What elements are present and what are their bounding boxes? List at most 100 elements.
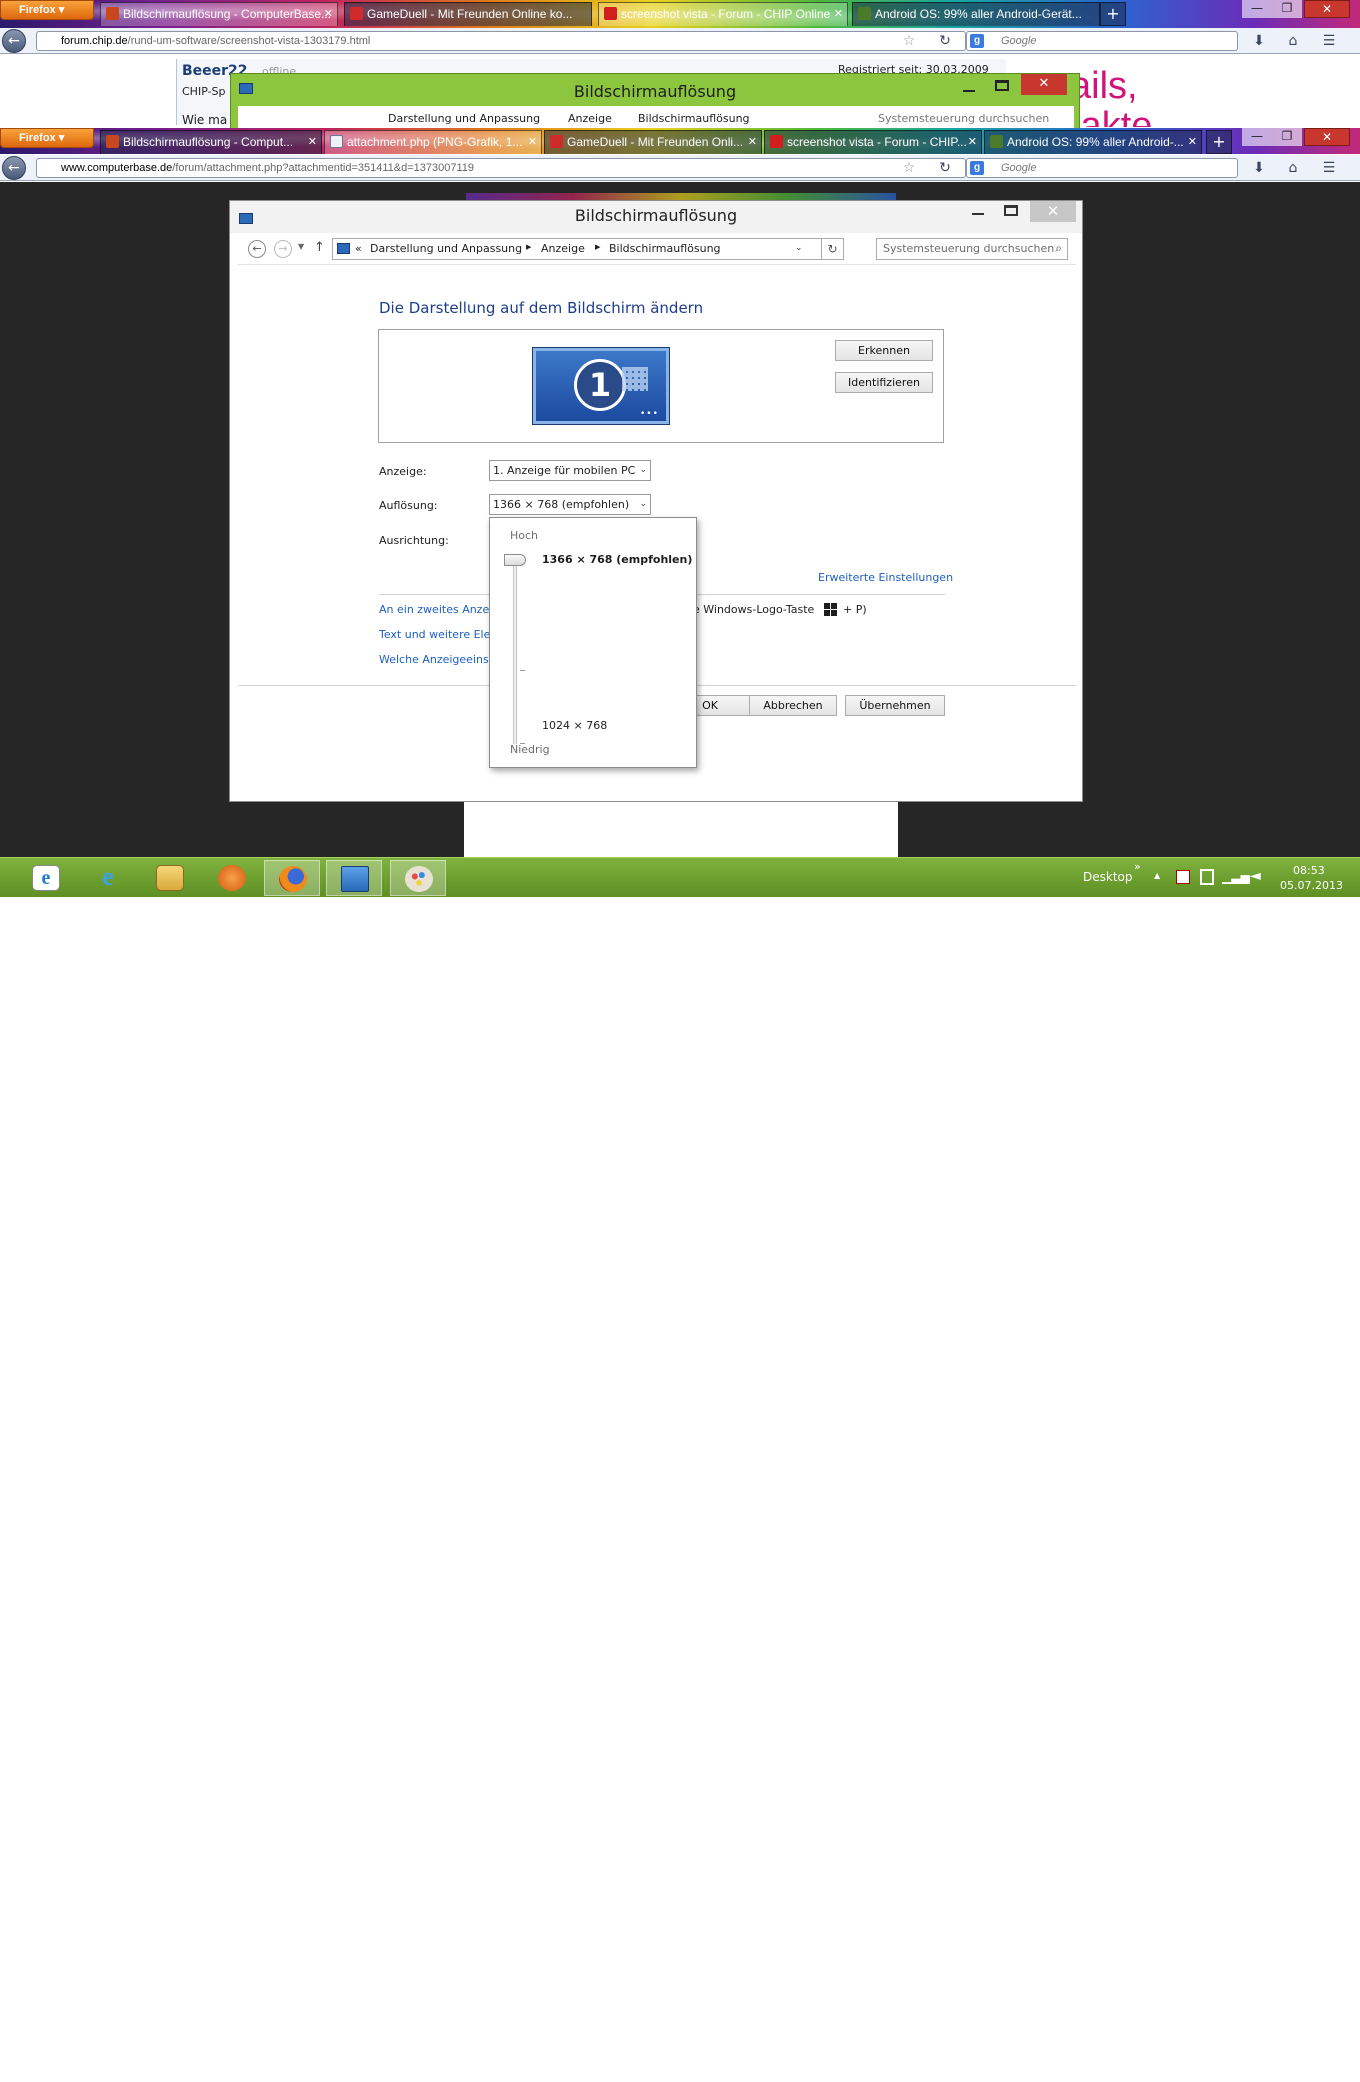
detect-button[interactable]: Erkennen bbox=[835, 340, 933, 361]
reload-icon[interactable]: ↻ bbox=[936, 159, 954, 177]
back-navbar: ← forum.chip.de/rund-um-software/screens… bbox=[0, 28, 1360, 54]
taskbar-app-4[interactable] bbox=[204, 860, 260, 896]
nav-up-icon[interactable]: ↑ bbox=[314, 240, 325, 255]
close-tab-icon[interactable]: ✕ bbox=[528, 131, 537, 153]
show-hidden-icons-icon[interactable]: ▲ bbox=[1154, 871, 1160, 880]
minimize-button-front[interactable]: — bbox=[1242, 128, 1272, 146]
apply-button[interactable]: Übernehmen bbox=[845, 695, 945, 716]
restore-button-front[interactable]: ❐ bbox=[1272, 128, 1302, 146]
bookmark-star-icon[interactable]: ☆ bbox=[900, 159, 918, 177]
nav-history-chevron-icon[interactable]: ▼ bbox=[298, 242, 304, 251]
battery-icon[interactable] bbox=[1200, 869, 1214, 885]
close-tab-icon[interactable]: ✕ bbox=[308, 131, 317, 153]
ad-text-2: takte bbox=[1070, 105, 1153, 127]
back-tab-1[interactable]: Bildschirmauflösung - ComputerBase... ✕ bbox=[100, 2, 338, 26]
new-tab-button-front[interactable]: + bbox=[1206, 130, 1232, 154]
front-url-field[interactable]: www.computerbase.de/forum/attachment.php… bbox=[36, 158, 966, 178]
dialog-minimize-button[interactable] bbox=[972, 213, 984, 215]
desktop-toolbar-label[interactable]: Desktop bbox=[1083, 870, 1133, 884]
breadcrumb-item-3[interactable]: Bildschirmauflösung bbox=[609, 242, 721, 255]
front-search-field[interactable]: g Google bbox=[966, 158, 1238, 178]
download-icon[interactable]: ⬇ bbox=[1250, 159, 1268, 177]
volume-icon[interactable]: ◄ bbox=[1250, 868, 1261, 884]
back-tab-3[interactable]: screenshot vista - Forum - CHIP Online ✕ bbox=[598, 2, 848, 26]
taskbar-app-5[interactable] bbox=[264, 860, 320, 896]
back-button[interactable]: ← bbox=[2, 29, 26, 53]
home-icon[interactable]: ⌂ bbox=[1284, 32, 1302, 50]
close-tab-icon[interactable]: ✕ bbox=[968, 131, 977, 153]
inner-breadcrumb-2: Anzeige bbox=[568, 112, 612, 125]
back-search-field[interactable]: g Google bbox=[966, 31, 1238, 51]
inner-dialog-close[interactable]: ✕ bbox=[1021, 74, 1067, 95]
slider-tick-mid bbox=[520, 670, 525, 671]
which-settings-link[interactable]: Welche Anzeigeeinste bbox=[379, 653, 500, 666]
identify-button[interactable]: Identifizieren bbox=[835, 372, 933, 393]
close-tab-icon[interactable]: ✕ bbox=[834, 3, 843, 25]
nav-forward-icon[interactable]: → bbox=[274, 240, 292, 258]
toolbar-chevron-icon[interactable]: » bbox=[1134, 860, 1141, 873]
firefox-menu-button-front[interactable]: Firefox ▾ bbox=[0, 128, 94, 148]
google-icon: g bbox=[970, 161, 984, 175]
cancel-button[interactable]: Abbrechen bbox=[749, 695, 837, 716]
close-window-button-front[interactable]: ✕ bbox=[1304, 128, 1350, 146]
monitor-number: 1 bbox=[588, 366, 612, 404]
back-url-field[interactable]: forum.chip.de/rund-um-software/screensho… bbox=[36, 31, 966, 51]
text-size-link[interactable]: Text und weitere Elen bbox=[379, 628, 497, 641]
close-tab-icon[interactable]: ✕ bbox=[748, 131, 757, 153]
firefox-menu-button[interactable]: Firefox ▾ bbox=[0, 0, 94, 20]
breadcrumb-item-1[interactable]: Darstellung und Anpassung bbox=[370, 242, 522, 255]
back-tab-4[interactable]: Android OS: 99% aller Android-Gerät... bbox=[852, 2, 1100, 26]
front-tab-2-label: attachment.php (PNG-Grafik, 1... bbox=[347, 135, 523, 149]
front-tab-2[interactable]: attachment.php (PNG-Grafik, 1... ✕ bbox=[324, 130, 542, 154]
resolution-select[interactable]: 1366 × 768 (empfohlen) ⌄ bbox=[489, 494, 651, 515]
taskbar-app-7[interactable] bbox=[390, 860, 446, 896]
second-display-link[interactable]: An ein zweites Anzeig bbox=[379, 603, 499, 616]
clock-time[interactable]: 08:53 bbox=[1293, 864, 1325, 877]
new-tab-button[interactable]: + bbox=[1100, 2, 1126, 26]
monitor-icon[interactable]: 1 ••• bbox=[533, 348, 669, 424]
home-icon[interactable]: ⌂ bbox=[1284, 159, 1302, 177]
bookmarks-icon[interactable]: ☰ bbox=[1320, 32, 1338, 50]
close-window-button[interactable]: ✕ bbox=[1304, 0, 1350, 18]
dialog-close-button[interactable]: ✕ bbox=[1030, 201, 1076, 222]
restore-button[interactable]: ❐ bbox=[1272, 0, 1302, 18]
display-select[interactable]: 1. Anzeige für mobilen PC ⌄ bbox=[489, 460, 651, 481]
front-tab-3[interactable]: GameDuell - Mit Freunden Onli... ✕ bbox=[544, 130, 762, 154]
taskbar-app-1[interactable]: e bbox=[18, 860, 74, 896]
dialog-maximize-button[interactable] bbox=[1004, 205, 1018, 216]
tray-app-icon[interactable] bbox=[1176, 870, 1190, 884]
breadcrumb-item-2[interactable]: Anzeige bbox=[541, 242, 585, 255]
taskbar-app-2[interactable]: e bbox=[80, 860, 136, 896]
back-button-front[interactable]: ← bbox=[2, 156, 26, 180]
inner-dialog-maximize[interactable] bbox=[995, 80, 1009, 91]
nav-back-icon[interactable]: ← bbox=[248, 240, 266, 258]
taskbar-app-3[interactable] bbox=[142, 860, 198, 896]
close-tab-icon[interactable]: ✕ bbox=[1188, 131, 1197, 153]
download-icon[interactable]: ⬇ bbox=[1250, 32, 1268, 50]
front-tab-1[interactable]: Bildschirmauflösung - Comput... ✕ bbox=[100, 130, 322, 154]
bookmark-star-icon[interactable]: ☆ bbox=[900, 32, 918, 50]
clock-date[interactable]: 05.07.2013 bbox=[1280, 879, 1343, 892]
monitor-preview-box: 1 ••• Erkennen Identifizieren bbox=[378, 329, 944, 443]
address-bar[interactable]: « Darstellung und Anpassung ▶ Anzeige ▶ … bbox=[332, 238, 822, 260]
bookmarks-icon[interactable]: ☰ bbox=[1320, 159, 1338, 177]
network-signal-icon[interactable]: ▁▃▅ bbox=[1222, 870, 1250, 884]
front-tab-5[interactable]: Android OS: 99% aller Android-... ✕ bbox=[984, 130, 1202, 154]
thumbnail-strip bbox=[466, 193, 896, 200]
minimize-button[interactable]: — bbox=[1242, 0, 1272, 18]
front-tab-4[interactable]: screenshot vista - Forum - CHIP... ✕ bbox=[764, 130, 982, 154]
reload-icon[interactable]: ↻ bbox=[936, 32, 954, 50]
slider-lowest-value[interactable]: 1024 × 768 bbox=[542, 719, 607, 732]
address-dropdown-chevron-icon[interactable]: ⌄ bbox=[795, 243, 803, 253]
close-tab-icon[interactable]: ✕ bbox=[324, 3, 333, 25]
taskbar-app-6[interactable] bbox=[326, 860, 382, 896]
refresh-icon[interactable]: ↻ bbox=[822, 238, 844, 260]
slider-selected-value[interactable]: 1366 × 768 (empfohlen) bbox=[542, 553, 692, 566]
slider-thumb[interactable] bbox=[504, 554, 526, 566]
advanced-settings-link[interactable]: Erweiterte Einstellungen bbox=[818, 571, 953, 584]
control-panel-search[interactable]: Systemsteuerung durchsuchen ⌕ bbox=[876, 238, 1068, 260]
inner-dialog-minimize[interactable] bbox=[963, 90, 975, 92]
gameduell-favicon-icon bbox=[550, 135, 563, 148]
back-tab-2[interactable]: GameDuell - Mit Freunden Online ko... bbox=[344, 2, 592, 26]
search-icon[interactable]: ⌕ bbox=[1055, 241, 1062, 256]
